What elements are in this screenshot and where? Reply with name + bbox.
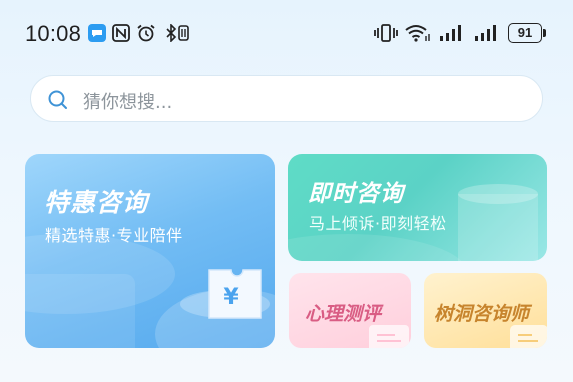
svg-text:¥: ¥ bbox=[223, 285, 239, 310]
wifi-icon bbox=[405, 25, 430, 42]
card-title: 即时咨询 bbox=[308, 181, 404, 207]
vibrate-icon bbox=[374, 24, 398, 42]
signal-icon bbox=[475, 25, 496, 41]
status-time: 10:08 bbox=[25, 21, 82, 46]
search-icon bbox=[48, 90, 67, 109]
psych-test-card[interactable]: 心理测评 bbox=[289, 273, 411, 348]
card-title: 特惠咨询 bbox=[44, 188, 149, 217]
status-bar: 10:08 91 bbox=[0, 0, 573, 66]
card-title: 心理测评 bbox=[305, 303, 382, 325]
nfc-icon bbox=[112, 24, 130, 42]
treehole-counselor-card[interactable]: 树洞咨询师 bbox=[424, 273, 547, 348]
chat-app-icon bbox=[88, 24, 106, 42]
signal-icon bbox=[440, 25, 461, 41]
battery-indicator: 91 bbox=[508, 23, 542, 43]
instant-consultation-card[interactable]: 即时咨询 马上倾诉·即刻轻松 bbox=[288, 154, 547, 261]
card-subtitle: 精选特惠·专业陪伴 bbox=[45, 226, 183, 245]
card-title: 树洞咨询师 bbox=[434, 303, 530, 325]
battery-tip bbox=[543, 29, 546, 37]
bluetooth-icon bbox=[166, 24, 189, 42]
card-subtitle: 马上倾诉·即刻轻松 bbox=[309, 214, 447, 233]
yuan-coupon-icon: ¥ bbox=[208, 269, 262, 319]
special-consultation-card[interactable]: 特惠咨询 精选特惠·专业陪伴 ¥ bbox=[25, 154, 275, 348]
search-input[interactable]: 猜你想搜... bbox=[30, 75, 543, 122]
alarm-icon bbox=[137, 24, 155, 42]
search-placeholder: 猜你想搜... bbox=[83, 92, 173, 113]
